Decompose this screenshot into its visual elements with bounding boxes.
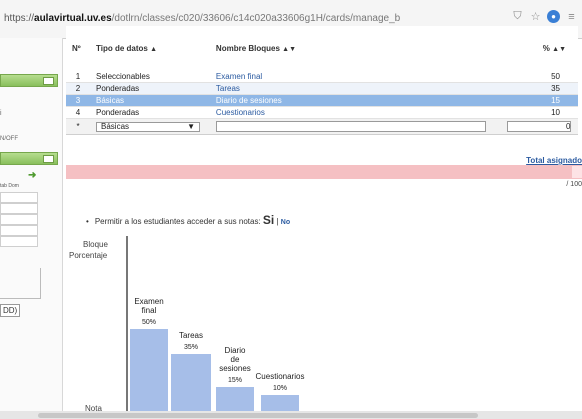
chart-bar [261, 395, 299, 412]
sidebar-list-item[interactable] [0, 203, 38, 214]
chart-category-label: Tareas [178, 330, 203, 340]
dropdown-arrow-icon: ▼ [187, 122, 195, 131]
new-row: * Básicas ▼ 0 [66, 118, 578, 135]
col-header-nombre[interactable]: Nombre Bloques ▲▼ [209, 26, 502, 71]
sidebar-list-item[interactable] [0, 225, 38, 236]
star-icon[interactable]: ☆ [529, 10, 542, 23]
sidebar-add-button[interactable]: DD) [0, 304, 21, 317]
blocks-table: Nº Tipo de datos ▲ Nombre Bloques ▲▼ % ▲… [66, 26, 578, 135]
sort-asc-icon[interactable]: ▲ [150, 46, 157, 53]
total-label[interactable]: Total asignado [526, 156, 582, 165]
permit-yes[interactable]: Si [263, 213, 274, 227]
blocks-chart: Bloque Porcentaje Nota 50% Examen final 35%… [60, 230, 582, 419]
col-header-number[interactable]: Nº [66, 26, 90, 71]
sidebar-block-header[interactable] [0, 152, 58, 165]
chart-bar [216, 387, 254, 412]
url-text[interactable]: https://aulavirtual.uv.es/dotlrn/classes… [4, 13, 400, 24]
new-row-marker: * [66, 118, 90, 135]
total-denominator: / 100 [566, 181, 582, 188]
row-label-porcentaje: Porcentaje [69, 251, 108, 260]
url-scheme: https:// [4, 13, 35, 24]
row-label-bloque: Bloque [83, 240, 108, 249]
col-header-tipo[interactable]: Tipo de datos ▲ [90, 26, 210, 71]
sidebar-frame [0, 268, 41, 299]
menu-icon[interactable]: ≡ [565, 10, 578, 23]
sidebar-list-item[interactable] [0, 214, 38, 225]
chart-category-label: Examen final [134, 297, 164, 315]
table-row-selected[interactable]: 3 Básicas Diario de sesiones 15 [66, 94, 578, 107]
shield-icon[interactable]: ⛉ [511, 10, 524, 23]
url-domain: aulavirtual.uv.es [34, 13, 112, 24]
total-value-box [572, 166, 582, 178]
sidebar-list-item[interactable] [0, 236, 38, 247]
sidebar-onoff-label[interactable]: N/OFF [0, 136, 18, 142]
sidebar-info-letter: i [0, 110, 2, 117]
minimize-icon[interactable] [43, 77, 54, 85]
sidebar-block-header[interactable] [0, 74, 58, 87]
total-band [66, 165, 582, 179]
permit-notes: • Permitir a los estudiantes acceder a su… [86, 213, 291, 227]
left-sidebar: i N/OFF ➜ tab Dom DD) [0, 38, 63, 419]
sidebar-list-item[interactable] [0, 192, 38, 203]
scrollbar-thumb[interactable] [38, 413, 478, 418]
browser-toolbar-icons: ⛉ ☆ ● ≡ [511, 10, 578, 23]
col-header-pct[interactable]: % ▲▼ [501, 26, 578, 71]
pct-input[interactable]: 0 [507, 121, 572, 132]
sort-both-icon[interactable]: ▲▼ [282, 46, 296, 53]
tipo-select[interactable]: Básicas ▼ [96, 121, 200, 132]
bullet-icon: • [86, 217, 89, 226]
url-path: /dotlrn/classes/c020/33606/c14c020a33606… [111, 13, 401, 24]
chart-axis [126, 236, 128, 412]
minimize-icon[interactable] [43, 155, 54, 163]
chart-value-label: 50% [141, 319, 156, 326]
extension-icon[interactable]: ● [547, 10, 560, 23]
chart-bar [130, 329, 168, 412]
table-row[interactable]: 2 Ponderadas Tareas 35 [66, 82, 578, 95]
horizontal-scrollbar[interactable] [0, 411, 582, 419]
table-row[interactable]: 1 Seleccionables Examen final 50 [66, 71, 578, 83]
chart-value-label: 10% [272, 385, 287, 393]
sidebar-tabs-header: tab Dom [0, 183, 19, 189]
permit-no-link[interactable]: No [281, 219, 290, 226]
chart-category-label: Cuestionarios [255, 372, 305, 382]
nombre-input[interactable] [215, 121, 486, 132]
arrow-right-icon[interactable]: ➜ [28, 170, 36, 181]
chart-category-label: Diario de sesiones [219, 346, 251, 374]
table-row[interactable]: 4 Ponderadas Cuestionarios 10 [66, 106, 578, 119]
sort-both-icon[interactable]: ▲▼ [552, 46, 566, 53]
